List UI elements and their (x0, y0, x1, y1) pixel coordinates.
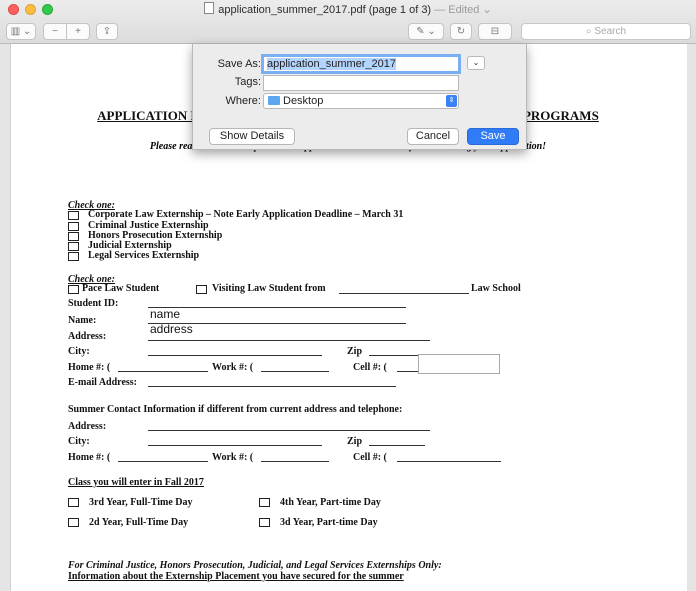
expand-dialog-button[interactable]: ⌄ (467, 56, 485, 70)
home-phone-label: Home #: ( (68, 362, 111, 373)
checkbox-legal-services[interactable] (68, 252, 79, 261)
search-field[interactable]: ⌕ Search (521, 23, 691, 40)
pdf-document-icon (204, 2, 215, 14)
edited-indicator[interactable]: — Edited ⌄ (434, 4, 492, 16)
home2-line[interactable] (118, 461, 208, 462)
address2-line[interactable] (148, 430, 430, 431)
work-phone-line[interactable] (261, 371, 329, 372)
city2-label: City: (68, 436, 90, 447)
footer-note: For Criminal Justice, Honors Prosecution… (68, 560, 442, 571)
window-title: application_summer_2017.pdf (page 1 of 3… (0, 2, 696, 16)
checkbox-pace-student[interactable] (68, 285, 79, 294)
zip2-label: Zip (347, 436, 363, 447)
address-field[interactable]: address (150, 322, 193, 336)
cell-phone-line (397, 371, 419, 372)
share-icon: ⇪ (102, 26, 112, 37)
where-popup[interactable]: Desktop ⇕ (263, 93, 459, 109)
search-icon: ⌕ (585, 26, 592, 37)
rotate-icon: ↻ (456, 26, 466, 37)
markup-button[interactable]: ✎ ⌄ (408, 23, 444, 40)
zoom-out-icon: − (52, 26, 58, 37)
checkbox-criminal-justice[interactable] (68, 222, 79, 231)
address2-label: Address: (68, 421, 107, 432)
law-school-line[interactable] (339, 293, 469, 294)
checkbox-4th-year-part-time[interactable] (259, 498, 270, 507)
chevron-down-icon: ⌄ (472, 58, 480, 67)
class-option-3d-part: 3d Year, Part-time Day (280, 517, 378, 528)
email-line[interactable] (148, 386, 396, 387)
checkbox-corporate[interactable] (68, 211, 79, 220)
share-button[interactable]: ⇪ (96, 23, 118, 40)
checkbox-judicial[interactable] (68, 242, 79, 251)
folder-icon (268, 96, 280, 105)
class-option-3rd-full: 3rd Year, Full-Time Day (89, 497, 193, 508)
popup-arrows-icon: ⇕ (446, 95, 457, 107)
class-option-2d-full: 2d Year, Full-Time Day (89, 517, 189, 528)
zip2-line[interactable] (369, 445, 425, 446)
checkbox-visiting-student[interactable] (196, 285, 207, 294)
city-label: City: (68, 346, 90, 357)
cell-phone-input[interactable] (418, 354, 500, 374)
save-as-value: application_summer_2017 (267, 58, 397, 70)
zoom-in-button[interactable]: + (66, 23, 90, 40)
sidebar-icon: ▥ ⌄ (10, 26, 32, 37)
search-placeholder: Search (594, 26, 627, 37)
class-option-4th-part: 4th Year, Part-time Day (280, 497, 381, 508)
work2-line[interactable] (261, 461, 329, 462)
tags-field[interactable] (263, 75, 459, 91)
home2-label: Home #: ( (68, 452, 111, 463)
student-id-line[interactable] (148, 307, 406, 308)
option-corporate: Corporate Law Externship – Note Early Ap… (88, 209, 404, 220)
save-button[interactable]: Save (467, 128, 519, 145)
home-phone-line[interactable] (118, 371, 208, 372)
visiting-student-label: Visiting Law Student from (212, 283, 326, 294)
save-dialog: Save As: application_summer_2017 ⌄ Tags:… (192, 44, 527, 150)
rotate-button[interactable]: ↻ (450, 23, 472, 40)
class-heading: Class you will enter in Fall 2017 (68, 477, 204, 488)
toolbox-button[interactable]: ⊟ (478, 23, 512, 40)
window-title-text: application_summer_2017.pdf (page 1 of 3… (218, 4, 432, 16)
checkbox-3d-year-part-time[interactable] (259, 518, 270, 527)
law-school-label: Law School (471, 283, 521, 294)
zoom-in-icon: + (75, 26, 81, 37)
where-label: Where: (225, 95, 261, 107)
zoom-out-button[interactable]: − (43, 23, 67, 40)
address-label: Address: (68, 331, 107, 342)
work-phone-label: Work #: ( (212, 362, 254, 373)
show-details-button[interactable]: Show Details (209, 128, 295, 145)
cell-phone-label: Cell #: ( (353, 362, 387, 373)
checkbox-3rd-year-full-time[interactable] (68, 498, 79, 507)
option-legal-services: Legal Services Externship (88, 250, 200, 261)
work2-label: Work #: ( (212, 452, 254, 463)
city-line[interactable] (148, 355, 322, 356)
email-label: E-mail Address: (68, 377, 137, 388)
where-value: Desktop (283, 95, 324, 107)
zip-label: Zip (347, 346, 363, 357)
pen-icon: ✎ ⌄ (416, 26, 436, 37)
zip-line[interactable] (369, 355, 421, 356)
name-field[interactable]: name (150, 307, 180, 321)
name-label: Name: (68, 315, 97, 326)
tags-label: Tags: (234, 76, 261, 88)
checkbox-2d-year-full-time[interactable] (68, 518, 79, 527)
cell2-line[interactable] (397, 461, 501, 462)
pace-student-label: Pace Law Student (82, 283, 160, 294)
toolbox-icon: ⊟ (490, 26, 500, 37)
address-line (148, 340, 430, 341)
cancel-button[interactable]: Cancel (407, 128, 459, 145)
save-as-field[interactable]: application_summer_2017 (263, 56, 459, 72)
save-as-label: Save As: (217, 58, 261, 70)
cell2-label: Cell #: ( (353, 452, 387, 463)
student-id-label: Student ID: (68, 298, 119, 309)
sidebar-toggle-button[interactable]: ▥ ⌄ (6, 23, 36, 40)
summer-contact-heading: Summer Contact Information if different … (68, 404, 403, 415)
window-titlebar: application_summer_2017.pdf (page 1 of 3… (0, 0, 696, 44)
checkbox-honors-prosecution[interactable] (68, 232, 79, 241)
footer-placement-heading: Information about the Externship Placeme… (68, 571, 404, 582)
city2-line[interactable] (148, 445, 322, 446)
